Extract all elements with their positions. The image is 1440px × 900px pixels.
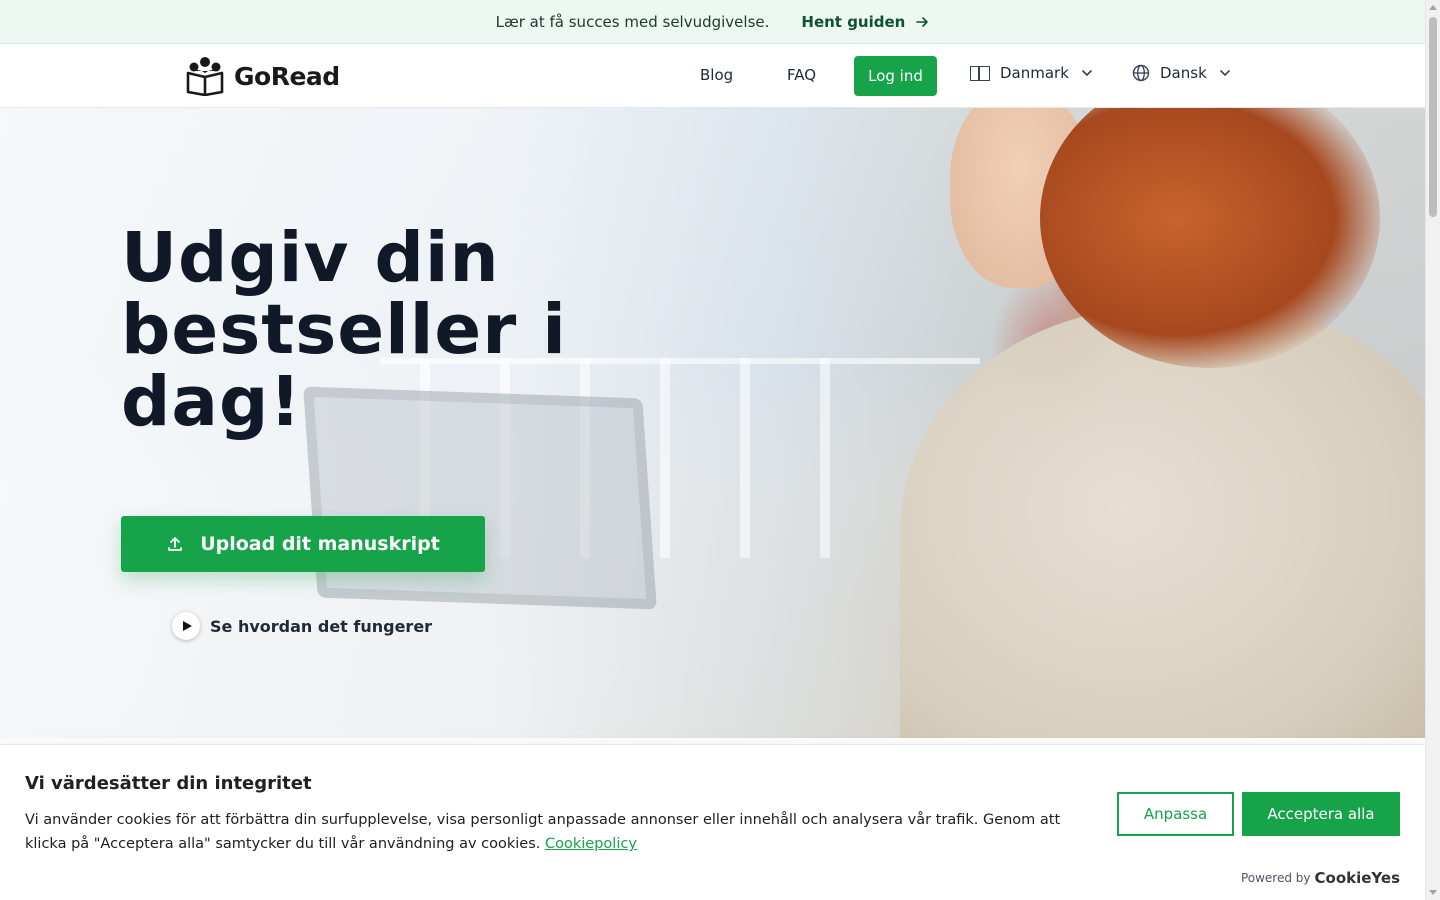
customize-button[interactable]: Anpassa [1117,792,1234,836]
country-label: Danmark [1000,64,1069,82]
accept-all-button[interactable]: Acceptera alla [1242,792,1400,836]
arrow-right-icon [916,16,929,27]
railing-post [740,358,750,558]
play-icon [172,612,200,640]
cookie-title: Vi värdesätter din integritet [25,773,312,794]
cookie-body: Vi använder cookies för att förbättra di… [25,812,1061,852]
cookie-banner: Vi värdesätter din integritet Vi använde… [0,744,1425,900]
announcement-bar: Lær at få succes med selvudgivelse. Hent… [0,0,1425,44]
scroll-up-arrow-icon[interactable] [1429,5,1437,10]
railing-post [660,358,670,558]
language-selector[interactable]: Dansk [1132,64,1231,82]
cookieyes-logo: CookieYes [1314,869,1401,887]
scrollbar-thumb[interactable] [1429,17,1437,217]
chevron-down-icon [1219,70,1230,77]
announcement-message: Lær at få succes med selvudgivelse. [495,12,770,31]
get-guide-link[interactable]: Hent guiden [801,13,929,31]
powered-by-label: Powered by [1240,871,1311,885]
chevron-down-icon [1082,70,1092,77]
country-selector[interactable]: Danmark [970,64,1093,82]
person-sweater [900,308,1425,738]
site-header: GoRead Blog FAQ Log ind Danmark Dansk [0,44,1425,108]
book-readers-icon [186,57,224,96]
upload-icon [168,537,183,551]
upload-button-label: Upload dit manuskript [200,533,440,555]
how-it-works-label: Se hvordan det fungerer [210,616,433,636]
get-guide-label: Hent guiden [801,12,906,31]
language-label: Dansk [1160,64,1207,82]
nav-faq-link[interactable]: FAQ [787,66,816,84]
cookie-policy-link[interactable]: Cookiepolicy [545,836,637,852]
page-scrollbar[interactable] [1425,0,1440,900]
hero-title: Udgiv din bestseller i dag! [121,218,567,442]
flag-icon [970,65,990,81]
login-button[interactable]: Log ind [854,56,937,96]
scroll-down-arrow-icon[interactable] [1429,890,1437,895]
logo[interactable]: GoRead [184,56,340,96]
railing-post [820,358,830,558]
brand-name: GoRead [234,61,340,91]
how-it-works-link[interactable]: Se hvordan det fungerer [172,612,432,640]
powered-by[interactable]: Powered by CookieYes [1241,869,1400,887]
globe-icon [1132,64,1150,82]
cookie-text: Vi använder cookies för att förbättra di… [25,808,1105,856]
nav-blog-link[interactable]: Blog [700,66,733,84]
upload-manuscript-button[interactable]: Upload dit manuskript [121,516,485,572]
